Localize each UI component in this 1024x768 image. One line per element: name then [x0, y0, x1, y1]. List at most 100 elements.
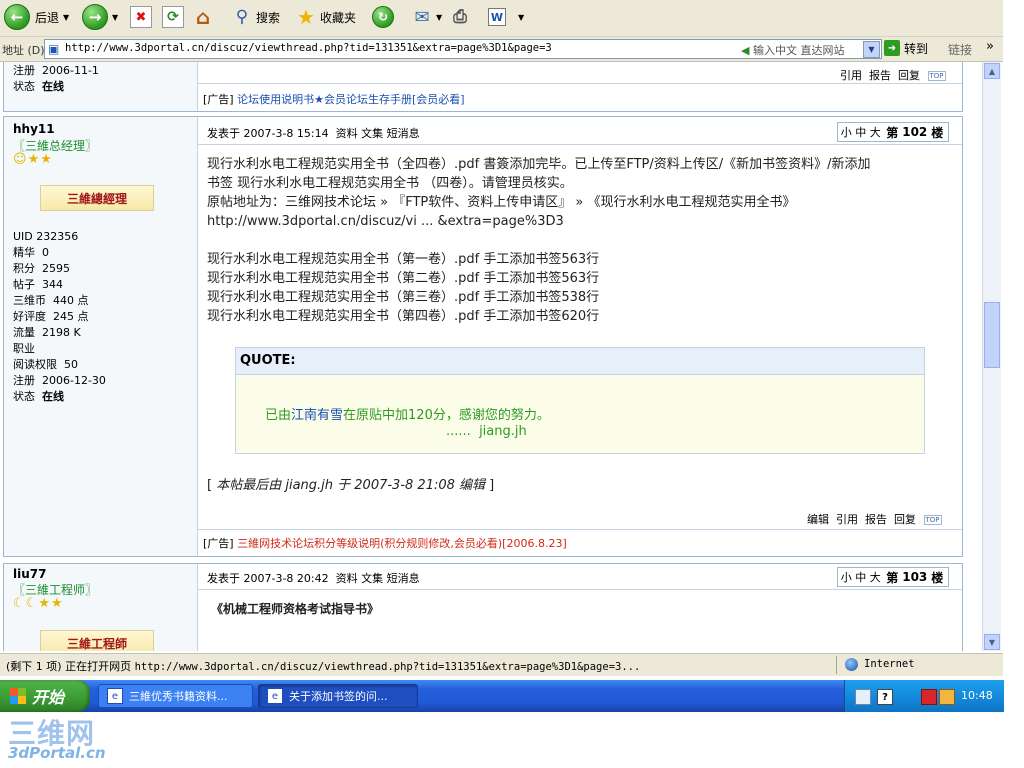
rank-badge: 三維總經理 — [40, 185, 154, 211]
scroll-thumb[interactable] — [984, 302, 1000, 368]
chevron-right-icon[interactable]: » — [986, 39, 994, 54]
author-profile: UID 232356 精华 0 积分 2595 帖子 344 三维币 440 点… — [13, 229, 106, 405]
mail-icon: ✉ — [414, 6, 430, 28]
quote-user[interactable]: 江南有雪 — [291, 408, 343, 423]
message-link[interactable]: 短消息 — [387, 572, 420, 585]
post-line: 原帖地址为：三维网技术论坛 » 『FTP软件、资料上传申请区』 » 《现行水利水… — [207, 195, 796, 210]
floor-label: 第 — [886, 570, 899, 585]
edit-link[interactable]: 编辑 — [807, 513, 829, 526]
favorites-button[interactable]: ★ 收藏夹 — [296, 3, 356, 31]
chevron-down-icon[interactable]: ▼ — [518, 13, 524, 22]
profile-row: UID 232356 — [13, 229, 106, 245]
help-icon[interactable]: ? — [877, 689, 893, 705]
post-102: hhy11 〖三維总经理〗 ☺★★ 三維總經理 UID 232356 精华 0 … — [3, 116, 963, 557]
vertical-scrollbar[interactable]: ▲ ▼ — [982, 62, 1001, 651]
author-name[interactable]: liu77 — [13, 567, 46, 581]
ad-line: [广告] 论坛使用说明书★会员论坛生存手册[会员必看] — [203, 91, 465, 107]
reply-link[interactable]: 回复 — [894, 513, 916, 526]
top-icon[interactable]: TOP — [923, 515, 942, 525]
font-size-links[interactable]: 小 中 大 — [841, 124, 881, 140]
post-101: 注册 2006-11-1 状态 在线 引用 报告 回复 TOP [广告] 论坛使… — [3, 62, 963, 112]
post-title: 《机械工程师资格考试指导书》 — [211, 602, 380, 616]
star-icon: ★ — [40, 152, 53, 167]
moon-icon: ☾ — [25, 596, 39, 611]
address-input[interactable]: ▣ http://www.3dportal.cn/discuz/viewthre… — [44, 39, 882, 59]
quote-link[interactable]: 引用 — [840, 69, 862, 82]
profile-link[interactable]: 资料 — [336, 127, 358, 140]
history-button[interactable]: ↻ — [372, 3, 394, 31]
top-icon[interactable]: TOP — [927, 71, 946, 81]
badge-text: 三維工程師 — [66, 636, 127, 651]
chevron-down-icon[interactable]: ▼ — [112, 13, 118, 22]
address-label: 地址 (D) — [2, 44, 45, 57]
refresh-button[interactable]: ⟳ — [162, 3, 184, 31]
taskbar-item-active[interactable]: e 关于添加书签的问... — [258, 684, 418, 708]
links-toolbar[interactable]: 链接 — [948, 41, 972, 58]
status-bar: (剩下 1 项) 正在打开网页 http://www.3dportal.cn/d… — [0, 653, 1003, 676]
reply-link[interactable]: 回复 — [898, 69, 920, 82]
status-value: 在线 — [42, 80, 64, 93]
floor-number: 103 — [902, 570, 928, 584]
users-icon[interactable] — [939, 689, 955, 705]
mail-button[interactable]: ✉ ▼ — [412, 3, 442, 31]
message-link[interactable]: 短消息 — [387, 127, 420, 140]
printer-icon: ⎙ — [453, 7, 467, 27]
forward-button[interactable]: → ▼ — [82, 3, 118, 31]
print-button[interactable]: ⎙ — [450, 3, 470, 31]
chevron-down-icon[interactable]: ▼ — [63, 13, 69, 22]
ad-link[interactable]: 论坛使用说明书★会员论坛生存手册[会员必看] — [237, 93, 464, 106]
smiley-icon: ☺ — [13, 152, 28, 167]
author-column: 注册 2006-11-1 状态 在线 — [4, 62, 198, 111]
post-line: 现行水利水电工程规范实用全书（第四卷）.pdf 手工添加书签620行 — [207, 309, 600, 324]
page-icon: ▣ — [48, 42, 60, 56]
go-button[interactable]: ➜ 转到 — [884, 39, 928, 57]
browser-toolbar: ← 后退 ▼ → ▼ ✖ ⟳ ⌂ ⚲ 搜索 ★ 收藏夹 ↻ ✉ ▼ ⎙ W ▼ — [0, 0, 1003, 37]
stop-button[interactable]: ✖ — [130, 3, 152, 31]
rank-stars: ☺★★ — [13, 152, 53, 167]
start-label: 开始 — [32, 688, 65, 707]
star-icon: ★ — [27, 152, 41, 167]
quote-link[interactable]: 引用 — [836, 513, 858, 526]
ie-icon: e — [107, 688, 123, 704]
collection-link[interactable]: 文集 — [361, 572, 383, 585]
back-button[interactable]: ← 后退 ▼ — [4, 3, 69, 31]
report-link[interactable]: 报告 — [865, 513, 887, 526]
page-content: 注册 2006-11-1 状态 在线 引用 报告 回复 TOP [广告] 论坛使… — [0, 62, 982, 651]
home-button[interactable]: ⌂ — [193, 3, 213, 31]
address-url[interactable]: http://www.3dportal.cn/discuz/viewthread… — [65, 42, 552, 54]
app-tray-icon[interactable] — [921, 689, 937, 705]
taskbar-item[interactable]: e 三維优秀书籍资料... — [98, 684, 253, 708]
profile-value: 在线 — [42, 390, 64, 403]
report-link[interactable]: 报告 — [869, 69, 891, 82]
search-label: 搜索 — [256, 10, 281, 25]
font-size-links[interactable]: 小 中 大 — [841, 569, 881, 585]
moon-icon: ☾ — [13, 596, 26, 611]
author-name[interactable]: hhy11 — [13, 122, 55, 136]
ad-link[interactable]: 三維网技术论坛积分等级说明(积分规则修改,会员必看)[2006.8.23] — [237, 537, 567, 550]
address-dropdown-icon[interactable]: ▼ — [863, 41, 880, 58]
profile-label: 精华 — [13, 246, 35, 259]
edit-button[interactable]: W ▼ — [488, 3, 524, 31]
search-button[interactable]: ⚲ 搜索 — [232, 3, 280, 31]
post-meta: 发表于 2007-3-8 20:42 资料 文集 短消息 — [207, 570, 420, 586]
badge-text: 三維總經理 — [66, 191, 127, 206]
chevron-down-icon[interactable]: ▼ — [436, 13, 442, 22]
post-link[interactable]: http://www.3dportal.cn/discuz/vi ... &ex… — [207, 212, 871, 231]
quote-name: jiang.jh — [479, 424, 527, 439]
profile-link[interactable]: 资料 — [336, 572, 358, 585]
star-icon: ★ — [297, 5, 315, 29]
scroll-up-icon[interactable]: ▲ — [984, 63, 1000, 79]
clock[interactable]: 10:48 — [961, 689, 993, 702]
rank-stars: ☾☾★★ — [13, 596, 64, 611]
scroll-down-icon[interactable]: ▼ — [984, 634, 1000, 650]
floor-unit: 楼 — [931, 570, 944, 585]
collection-link[interactable]: 文集 — [361, 127, 383, 140]
profile-value: 2198 K — [42, 326, 81, 339]
divider — [198, 529, 962, 530]
home-icon: ⌂ — [195, 5, 211, 29]
profile-row: 精华 0 — [13, 245, 106, 261]
keyboard-icon[interactable] — [855, 689, 871, 705]
start-button[interactable]: 开始 — [0, 680, 90, 712]
quote-box: QUOTE: 已由江南有雪在原贴中加120分，感谢您的努力。 ...... ji… — [235, 347, 925, 454]
profile-label: UID — [13, 230, 33, 243]
